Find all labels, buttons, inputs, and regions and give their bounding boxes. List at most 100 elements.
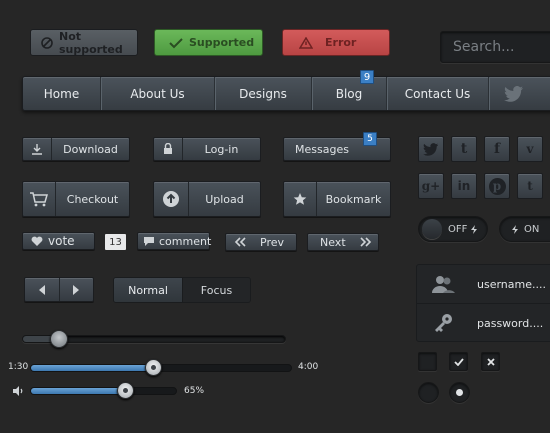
nav-item-contact-us[interactable]: Contact Us xyxy=(387,77,489,110)
cart-icon xyxy=(23,182,56,216)
prev-label: Prev xyxy=(260,235,284,249)
toggle-on[interactable]: ON xyxy=(499,216,550,242)
prev-button[interactable]: Prev xyxy=(225,233,297,251)
upload-icon xyxy=(154,182,189,216)
toggle-on-label: ON xyxy=(524,223,540,235)
password-input[interactable]: password.... xyxy=(477,317,543,330)
star-icon xyxy=(284,182,317,216)
nav-twitter-button[interactable] xyxy=(489,77,539,110)
linkedin-button[interactable]: in xyxy=(451,173,477,199)
triangle-right-icon xyxy=(73,284,80,295)
nav-item-home[interactable]: Home xyxy=(23,77,101,110)
alert-text: Not supported xyxy=(59,29,123,56)
bookmark-label: Bookmark xyxy=(325,192,382,206)
download-label: Download xyxy=(63,142,118,156)
nav-item-about-us[interactable]: About Us xyxy=(101,77,215,110)
key-icon xyxy=(417,313,469,333)
facebook-button[interactable]: f xyxy=(484,136,510,162)
player-duration: 4:00 xyxy=(298,362,319,372)
pinterest-icon: p xyxy=(488,177,506,195)
player-current-time: 1:30 xyxy=(8,362,29,372)
radio-dot xyxy=(456,389,463,396)
twitter-icon xyxy=(504,85,524,102)
messages-count-badge: 5 xyxy=(363,132,377,146)
slider-knob[interactable] xyxy=(49,330,68,348)
vimeo-icon: v xyxy=(526,142,534,156)
login-label: Log-in xyxy=(204,142,239,156)
radio-selected[interactable] xyxy=(449,382,470,403)
linkedin-icon: in xyxy=(457,179,471,193)
toggle-off-label: OFF xyxy=(448,223,468,235)
pinterest-button[interactable]: p xyxy=(484,173,510,199)
radio-empty[interactable] xyxy=(418,382,439,403)
arrow-left-button[interactable] xyxy=(25,278,60,301)
tumblr-alt-icon: t xyxy=(527,179,533,193)
next-button[interactable]: Next xyxy=(307,233,379,251)
arrow-right-button[interactable] xyxy=(60,278,94,301)
arrow-pager xyxy=(24,277,94,302)
comment-label: comment xyxy=(159,234,212,248)
checkbox-crossed[interactable] xyxy=(481,352,500,371)
check-icon xyxy=(453,357,464,366)
search-input[interactable]: Search... xyxy=(453,39,514,55)
triangle-left-icon xyxy=(38,284,45,295)
segment-focus[interactable]: Focus xyxy=(183,278,250,302)
volume-percent: 65% xyxy=(184,386,205,396)
checkout-label: Checkout xyxy=(66,192,119,206)
twitter-icon xyxy=(423,142,439,156)
no-entry-icon xyxy=(41,36,53,49)
volume-fill xyxy=(31,388,126,394)
checkbox-checked[interactable] xyxy=(449,352,468,371)
volume-knob[interactable] xyxy=(117,382,135,399)
check-icon xyxy=(169,37,183,49)
segment-normal[interactable]: Normal xyxy=(114,278,183,302)
alert-text: Supported xyxy=(189,36,255,49)
tumblr-alt-button[interactable]: t xyxy=(517,173,543,199)
blog-count-badge: 9 xyxy=(360,70,374,84)
next-label: Next xyxy=(320,235,346,249)
alert-supported: Supported xyxy=(154,29,263,56)
vote-count: 13 xyxy=(105,234,126,250)
bolt-icon xyxy=(512,224,518,234)
bolt-icon xyxy=(471,224,478,234)
google-plus-button[interactable]: g+ xyxy=(418,173,444,199)
comment-icon xyxy=(143,236,155,247)
checkout-button[interactable]: Checkout xyxy=(22,181,130,217)
upload-label: Upload xyxy=(205,192,244,206)
alert-not-supported: Not supported xyxy=(30,29,138,56)
x-icon xyxy=(486,357,495,366)
twitter-button[interactable] xyxy=(418,136,444,162)
nav-item-designs[interactable]: Designs xyxy=(215,77,312,110)
heart-icon xyxy=(31,236,43,247)
comment-button[interactable]: comment xyxy=(137,232,212,250)
alert-error: Error xyxy=(282,29,390,56)
login-button[interactable]: Log-in xyxy=(153,137,261,161)
tumblr-icon: t xyxy=(460,141,468,157)
warning-icon xyxy=(299,36,313,49)
nav-item-blog[interactable]: Blog 9 xyxy=(312,70,387,110)
lock-icon xyxy=(154,138,183,160)
alert-text: Error xyxy=(325,36,357,49)
nav-bar: Home About Us Designs Blog 9 Contact Us xyxy=(22,70,550,111)
download-button[interactable]: Download xyxy=(22,137,130,161)
username-field[interactable]: username.... xyxy=(417,265,550,304)
download-icon xyxy=(23,138,52,160)
vote-button[interactable]: vote xyxy=(22,232,95,250)
toggle-off[interactable]: OFF xyxy=(418,216,488,242)
checkbox-empty[interactable] xyxy=(418,352,437,371)
bookmark-button[interactable]: Bookmark xyxy=(283,181,391,217)
vote-label: vote xyxy=(48,234,75,248)
double-chevron-left-icon xyxy=(234,237,246,247)
player-knob[interactable] xyxy=(144,359,162,376)
facebook-icon: f xyxy=(493,141,501,157)
search-box[interactable]: Search... xyxy=(440,31,550,63)
volume-track[interactable] xyxy=(30,387,177,395)
login-panel: username.... password.... xyxy=(416,264,550,342)
segmented-control: Normal Focus xyxy=(113,277,251,303)
password-field[interactable]: password.... xyxy=(417,304,550,342)
upload-button[interactable]: Upload xyxy=(153,181,261,217)
tumblr-button[interactable]: t xyxy=(451,136,477,162)
username-input[interactable]: username.... xyxy=(477,278,546,291)
double-chevron-right-icon xyxy=(360,237,372,247)
vimeo-button[interactable]: v xyxy=(517,136,543,162)
